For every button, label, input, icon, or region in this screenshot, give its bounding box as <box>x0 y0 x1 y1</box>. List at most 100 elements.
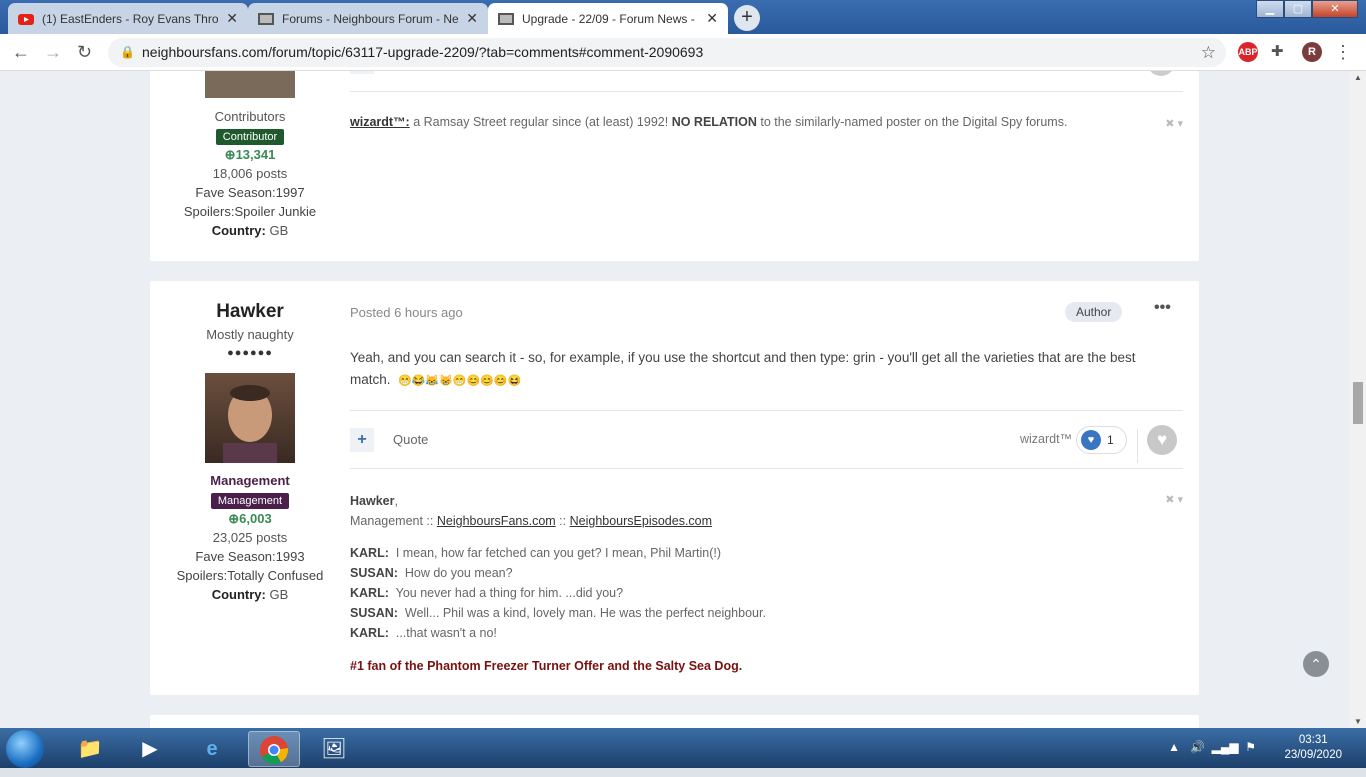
group-badge: Contributor <box>215 129 285 145</box>
back-to-top-icon[interactable]: ⌃ <box>1303 651 1329 677</box>
youtube-icon <box>18 11 34 27</box>
reload-icon[interactable]: ↻ <box>77 42 92 63</box>
tab-eastenders[interactable]: (1) EastEnders - Roy Evans Throw ✕ <box>8 3 248 34</box>
scroll-down-icon[interactable]: ▼ <box>1354 717 1362 726</box>
start-button[interactable] <box>6 730 44 768</box>
author-badge: Author <box>1065 302 1123 322</box>
rank-pips: ●●●●●● <box>227 347 273 359</box>
adblock-icon[interactable]: ABP <box>1238 42 1258 62</box>
new-tab-button[interactable]: + <box>734 5 760 31</box>
dialogue-line: KARL: ...that wasn't a no! <box>350 626 497 640</box>
taskbar: 📁 ▶ e 🖼 ▲ 🔊 ▂▄▆ ⚑ 03:31 23/09/2020 <box>0 728 1366 768</box>
reputation: ⊕6,003 <box>228 511 272 526</box>
media-player-icon[interactable]: ▶ <box>124 731 176 767</box>
avatar[interactable] <box>205 373 295 463</box>
scrollbar[interactable]: ▲ ▼ <box>1350 71 1366 728</box>
maximize-icon[interactable]: ▢ <box>1284 0 1312 18</box>
forward-arrow-icon[interactable]: → <box>44 42 62 63</box>
country: Country: GB <box>211 587 289 602</box>
forum-page: Contributors Contributor ⊕13,341 18,006 … <box>0 71 1350 728</box>
photo-viewer-icon[interactable]: 🖼 <box>308 731 360 767</box>
plus-circle-icon: ⊕ <box>228 511 240 526</box>
tab-strip: (1) EastEnders - Roy Evans Throw ✕ Forum… <box>0 0 1366 34</box>
post-count: 18,006 posts <box>212 166 288 181</box>
signature-close-icon[interactable]: ✖ ▾ <box>1165 493 1183 506</box>
neighboursepisodes-link[interactable]: NeighboursEpisodes.com <box>570 514 712 528</box>
volume-icon[interactable]: 🔊 <box>1190 740 1205 754</box>
neighboursfans-link[interactable]: NeighboursFans.com <box>437 514 556 528</box>
chrome-icon[interactable] <box>248 731 300 767</box>
multiquote-button[interactable]: + <box>350 428 374 452</box>
react-heart-icon[interactable]: ♥ <box>1147 425 1177 455</box>
signature-close-icon[interactable]: ✖ ▾ <box>1165 117 1183 130</box>
browser-toolbar: ← → ↻ 🔒 neighboursfans.com/forum/topic/6… <box>0 34 1366 71</box>
avatar[interactable] <box>205 71 295 98</box>
lock-icon: 🔒 <box>120 45 135 59</box>
quote-button[interactable]: Quote <box>393 432 428 447</box>
tab-forums[interactable]: Forums - Neighbours Forum - Ne ✕ <box>248 3 488 34</box>
reaction-user[interactable]: wizardt™ <box>1020 432 1072 446</box>
plus-button[interactable] <box>350 71 374 74</box>
flag-icon[interactable]: ⚑ <box>1245 740 1256 754</box>
dialogue-line: SUSAN: Well... Phil was a kind, lovely m… <box>350 606 766 620</box>
signature: wizardt™: a Ramsay Street regular since … <box>350 115 1068 129</box>
member-title: Mostly naughty <box>206 327 294 342</box>
extensions-puzzle-icon[interactable]: ✚ <box>1271 42 1284 60</box>
post-options-icon[interactable]: ••• <box>1154 299 1171 317</box>
tab-close-icon[interactable]: ✕ <box>466 10 478 27</box>
dialogue-line: KARL: You never had a thing for him. ...… <box>350 586 624 600</box>
group-badge: Management <box>210 493 290 509</box>
tab-upgrade[interactable]: Upgrade - 22/09 - Forum News - ✕ <box>488 3 728 34</box>
spoilers: Spoilers:Totally Confused <box>176 568 324 583</box>
system-tray: ▲ 🔊 ▂▄▆ ⚑ <box>1168 740 1256 754</box>
divider <box>350 468 1183 469</box>
post-count: 23,025 posts <box>212 530 288 545</box>
fave-season: Fave Season:1997 <box>195 185 305 200</box>
tab-title: Upgrade - 22/09 - Forum News - <box>522 11 695 26</box>
file-explorer-icon[interactable]: 📁 <box>64 731 116 767</box>
divider <box>350 410 1183 411</box>
address-bar[interactable]: 🔒 neighboursfans.com/forum/topic/63117-u… <box>108 38 1226 67</box>
minimize-icon[interactable]: ▁ <box>1256 0 1284 18</box>
forum-post <box>150 715 1199 728</box>
author-panel: Hawker Mostly naughty ●●●●●● Management … <box>150 299 350 604</box>
internet-explorer-icon[interactable]: e <box>186 731 238 767</box>
url-text: neighboursfans.com/forum/topic/63117-upg… <box>142 44 704 60</box>
bookmark-star-icon[interactable]: ☆ <box>1201 38 1216 67</box>
forum-post: Contributors Contributor ⊕13,341 18,006 … <box>150 71 1199 261</box>
dialogue-line: SUSAN: How do you mean? <box>350 566 513 580</box>
user-group: Management <box>210 473 290 488</box>
clock[interactable]: 03:31 23/09/2020 <box>1284 733 1342 763</box>
divider <box>350 91 1183 92</box>
profile-avatar[interactable]: R <box>1302 42 1322 62</box>
post-body: Yeah, and you can search it - so, for ex… <box>350 350 1136 387</box>
like-heart-icon: ♥ <box>1081 430 1101 450</box>
tray-expand-icon[interactable]: ▲ <box>1168 740 1180 754</box>
heart-icon[interactable] <box>1147 71 1175 76</box>
scroll-up-icon[interactable]: ▲ <box>1354 73 1362 82</box>
dialogue-line: KARL: I mean, how far fetched can you ge… <box>350 546 722 560</box>
author-name[interactable]: Hawker <box>150 299 350 325</box>
divider <box>1137 429 1138 463</box>
tab-close-icon[interactable]: ✕ <box>706 10 718 27</box>
back-arrow-icon[interactable]: ← <box>12 42 30 63</box>
close-window-icon[interactable]: ✕ <box>1312 0 1358 18</box>
tab-title: (1) EastEnders - Roy Evans Throw <box>42 11 219 26</box>
site-icon <box>498 11 514 27</box>
signature: Hawker, Management :: NeighboursFans.com… <box>350 491 1183 676</box>
site-icon <box>258 11 274 27</box>
reputation: ⊕13,341 <box>224 147 276 162</box>
scrollbar-thumb[interactable] <box>1353 382 1363 424</box>
post-timestamp[interactable]: Posted 6 hours ago <box>350 305 1183 320</box>
signature-author-link[interactable]: wizardt™: <box>350 115 410 129</box>
tab-close-icon[interactable]: ✕ <box>226 10 238 27</box>
signal-icon[interactable]: ▂▄▆ <box>1212 740 1239 754</box>
reaction-count[interactable]: ♥ 1 <box>1076 426 1127 454</box>
author-panel: Contributors Contributor ⊕13,341 18,006 … <box>150 107 350 240</box>
menu-dots-icon[interactable]: ⋮ <box>1334 42 1352 63</box>
plus-circle-icon: ⊕ <box>224 147 236 162</box>
fave-season: Fave Season:1993 <box>195 549 305 564</box>
fan-line: #1 fan of the Phantom Freezer Turner Off… <box>350 659 743 673</box>
spoilers: Spoilers:Spoiler Junkie <box>183 204 317 219</box>
tab-title: Forums - Neighbours Forum - Ne <box>282 11 459 26</box>
